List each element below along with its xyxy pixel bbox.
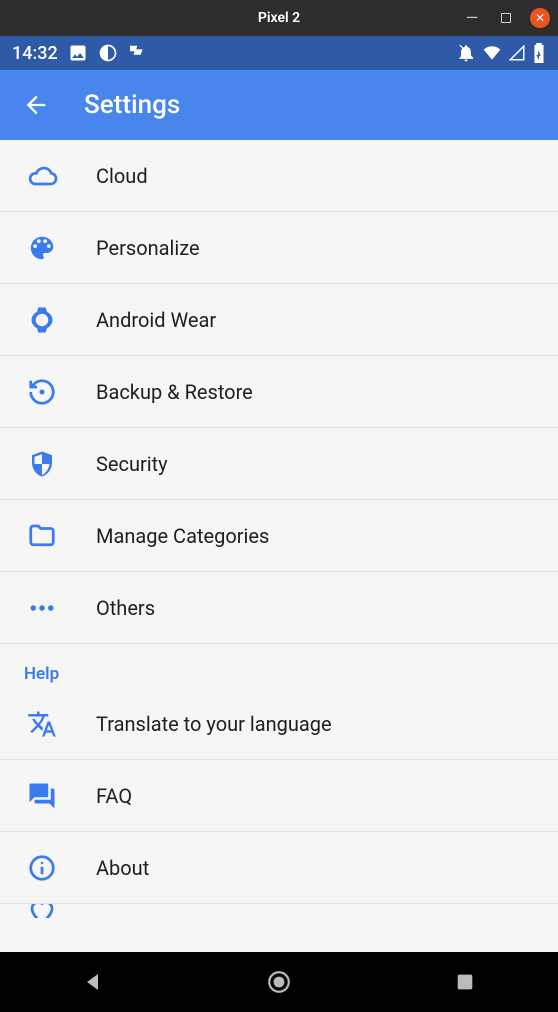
chat-icon xyxy=(24,778,60,814)
settings-item-label: Android Wear xyxy=(96,308,216,332)
heart-icon xyxy=(24,904,60,918)
nav-home-button[interactable] xyxy=(265,968,293,996)
settings-item-label: Personalize xyxy=(96,236,200,260)
watch-icon xyxy=(24,302,60,338)
info-icon xyxy=(24,850,60,886)
settings-item-android-wear[interactable]: Android Wear xyxy=(0,284,558,356)
settings-item-manage-categories[interactable]: Manage Categories xyxy=(0,500,558,572)
settings-item-label: Cloud xyxy=(96,164,148,188)
page-title: Settings xyxy=(84,90,180,120)
folder-icon xyxy=(24,518,60,554)
signal-icon xyxy=(508,44,526,62)
help-item-about[interactable]: About xyxy=(0,832,558,904)
status-bar: 14:32 xyxy=(0,36,558,70)
window-minimize-button[interactable]: — xyxy=(462,8,482,28)
arrow-back-icon xyxy=(22,91,50,119)
dots-horizontal-icon xyxy=(24,590,60,626)
window-title: Pixel 2 xyxy=(258,10,300,26)
help-item-translate[interactable]: Translate to your language xyxy=(0,688,558,760)
settings-item-backup-restore[interactable]: Backup & Restore xyxy=(0,356,558,428)
window-maximize-button[interactable] xyxy=(496,8,516,28)
window-controls: — ✕ xyxy=(462,8,550,28)
contrast-icon xyxy=(98,43,118,63)
device-frame: 14:32 xyxy=(0,36,558,1012)
palette-icon xyxy=(24,230,60,266)
status-clock: 14:32 xyxy=(12,43,58,64)
nav-recents-button[interactable] xyxy=(451,968,479,996)
help-item-label: Translate to your language xyxy=(96,712,332,736)
help-item-faq[interactable]: FAQ xyxy=(0,760,558,832)
settings-item-security[interactable]: Security xyxy=(0,428,558,500)
translate-icon xyxy=(24,706,60,742)
window-titlebar: Pixel 2 — ✕ xyxy=(0,0,558,36)
section-header-help: Help xyxy=(0,644,558,688)
help-item-label: FAQ xyxy=(96,784,132,808)
settings-item-others[interactable]: Others xyxy=(0,572,558,644)
flag-icon xyxy=(128,44,150,62)
navigation-bar xyxy=(0,952,558,1012)
image-icon xyxy=(68,43,88,63)
window-close-button[interactable]: ✕ xyxy=(530,8,550,28)
shield-icon xyxy=(24,446,60,482)
settings-item-label: Security xyxy=(96,452,168,476)
wifi-icon xyxy=(482,44,502,62)
app-bar: Settings xyxy=(0,70,558,140)
list-item-peek[interactable] xyxy=(0,904,558,918)
back-button[interactable] xyxy=(16,85,56,125)
battery-icon xyxy=(532,43,546,63)
settings-list: Cloud Personalize Android Wear Backup & … xyxy=(0,140,558,952)
help-item-label: About xyxy=(96,856,149,880)
settings-item-label: Backup & Restore xyxy=(96,380,253,404)
cloud-icon xyxy=(24,158,60,194)
dnd-icon xyxy=(456,43,476,63)
settings-item-personalize[interactable]: Personalize xyxy=(0,212,558,284)
settings-item-cloud[interactable]: Cloud xyxy=(0,140,558,212)
settings-item-label: Manage Categories xyxy=(96,524,269,548)
restore-icon xyxy=(24,374,60,410)
nav-back-button[interactable] xyxy=(79,968,107,996)
settings-item-label: Others xyxy=(96,596,155,620)
